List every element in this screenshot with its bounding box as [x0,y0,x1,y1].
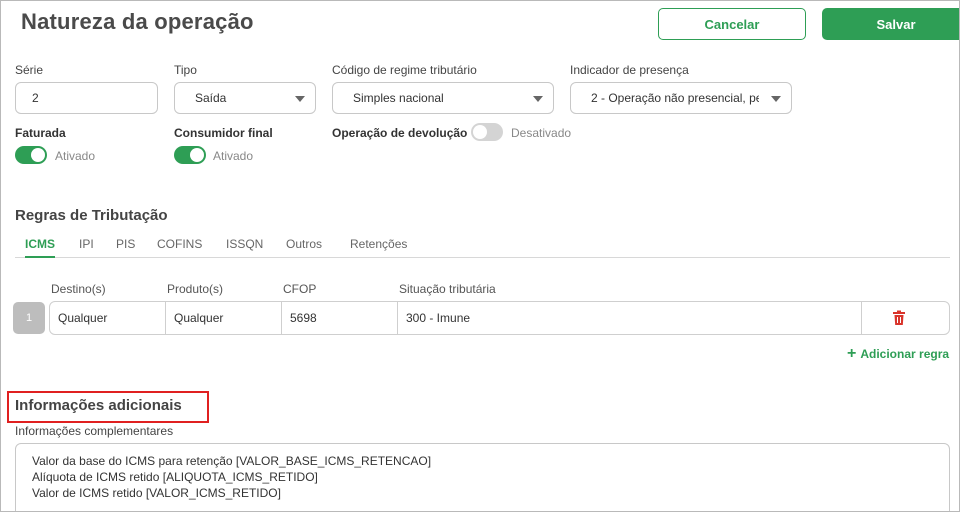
tab-pis[interactable]: PIS [116,236,135,258]
devolucao-state: Desativado [511,126,572,140]
plus-icon: + [847,345,857,362]
tab-retencoes[interactable]: Retenções [350,236,407,258]
tipo-label: Tipo [174,63,197,77]
faturada-state: Ativado [55,149,96,163]
serie-field[interactable]: 2 [15,82,158,114]
chevron-down-icon [771,96,781,102]
chevron-down-icon [533,96,543,102]
add-rule-label: Adicionar regra [860,347,950,361]
additional-info-title: Informações adicionais [15,397,182,414]
cell-produto[interactable]: Qualquer [166,302,282,334]
textarea-line: Alíquota de ICMS retido [ALIQUOTA_ICMS_R… [32,470,318,484]
tipo-select[interactable]: Saída [174,82,316,114]
tipo-value: Saída [195,91,227,105]
presenca-value: 2 - Operação não presencial, pela [591,91,759,105]
add-rule-button[interactable]: + Adicionar regra [847,345,950,362]
textarea-line: Valor de ICMS retido [VALOR_ICMS_RETIDO] [32,486,281,500]
trash-icon[interactable] [891,310,907,326]
cell-situacao[interactable]: 300 - Imune [398,302,862,334]
faturada-label: Faturada [15,126,66,140]
cell-cfop[interactable]: 5698 [282,302,398,334]
regime-label: Código de regime tributário [332,63,477,77]
tab-outros[interactable]: Outros [286,236,322,258]
column-header-produto: Produto(s) [167,282,224,296]
complementary-info-label: Informações complementares [15,424,174,438]
column-header-cfop: CFOP [283,282,317,296]
tab-ipi[interactable]: IPI [79,236,94,258]
toggle-knob [190,148,204,162]
column-header-destino: Destino(s) [51,282,106,296]
chevron-down-icon [295,96,305,102]
presenca-select[interactable]: 2 - Operação não presencial, pela [570,82,792,114]
tab-issqn[interactable]: ISSQN [226,236,263,258]
toggle-knob [473,125,487,139]
serie-value: 2 [32,91,39,105]
presenca-label: Indicador de presença [570,63,689,77]
column-header-situacao: Situação tributária [399,282,496,296]
toggle-knob [31,148,45,162]
devolucao-label: Operação de devolução [332,126,468,140]
faturada-toggle[interactable] [15,146,47,164]
textarea-line: Valor da base do ICMS para retenção [VAL… [32,454,432,468]
cancel-button[interactable]: Cancelar [658,8,806,40]
save-button[interactable]: Salvar [822,8,959,40]
tab-icms[interactable]: ICMS [25,236,55,258]
page-title: Natureza da operação [21,9,254,34]
tax-tabs: ICMS IPI PIS COFINS ISSQN Outros Retençõ… [15,236,950,258]
regime-value: Simples nacional [353,91,444,105]
tab-cofins[interactable]: COFINS [157,236,202,258]
complementary-info-textarea[interactable]: Valor da base do ICMS para retenção [VAL… [15,443,950,511]
cell-destino[interactable]: Qualquer [50,302,166,334]
row-number: 1 [13,302,45,334]
app-window: Natureza da operação Cancelar Salvar Sér… [0,0,960,512]
tax-rules-title: Regras de Tributação [15,207,168,224]
regime-select[interactable]: Simples nacional [332,82,554,114]
consumidor-final-state: Ativado [213,149,254,163]
consumidor-final-label: Consumidor final [174,126,273,140]
consumidor-final-toggle[interactable] [174,146,206,164]
serie-label: Série [15,63,44,77]
devolucao-toggle[interactable] [471,123,503,141]
table-row: Qualquer Qualquer 5698 300 - Imune [49,301,950,335]
